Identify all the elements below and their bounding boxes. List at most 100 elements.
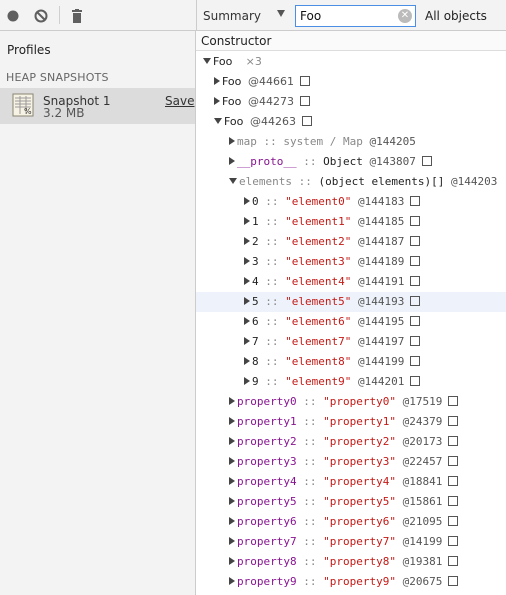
reveal-icon[interactable] <box>448 516 459 526</box>
property-row[interactable]: property8 :: "property8" @19381 <box>196 552 506 572</box>
expand-toggle-icon[interactable] <box>214 118 222 124</box>
expand-toggle-icon[interactable] <box>214 77 220 85</box>
element-id: @144193 <box>357 295 405 308</box>
expand-toggle-icon[interactable] <box>244 217 250 225</box>
expand-toggle-icon[interactable] <box>229 517 235 525</box>
element-row[interactable]: 9 :: "element9" @144201 <box>196 372 506 392</box>
expand-toggle-icon[interactable] <box>229 557 235 565</box>
element-index: 9 <box>252 375 259 388</box>
expand-toggle-icon[interactable] <box>229 497 235 505</box>
tree-child-elements[interactable]: elements :: (object elements)[] @144203 <box>196 172 506 192</box>
tree-instance[interactable]: Foo @44263 <box>196 112 506 132</box>
reveal-icon[interactable] <box>421 156 432 166</box>
expand-toggle-icon[interactable] <box>244 237 250 245</box>
element-index: 6 <box>252 315 259 328</box>
element-row[interactable]: 0 :: "element0" @144183 <box>196 192 506 212</box>
tree-child-map[interactable]: map :: system / Map @144205 <box>196 132 506 152</box>
class-filter-input[interactable]: Foo ✕ <box>295 5 416 27</box>
expand-toggle-icon[interactable] <box>229 157 235 165</box>
reveal-icon[interactable] <box>410 336 421 346</box>
reveal-icon[interactable] <box>448 576 459 586</box>
expand-toggle-icon[interactable] <box>229 577 235 585</box>
expand-toggle-icon[interactable] <box>203 58 211 64</box>
record-icon[interactable] <box>5 8 21 24</box>
reveal-icon[interactable] <box>410 356 421 366</box>
expand-toggle-icon[interactable] <box>229 178 237 184</box>
property-row[interactable]: property0 :: "property0" @17519 <box>196 392 506 412</box>
save-link[interactable]: Save <box>165 94 194 108</box>
reveal-icon[interactable] <box>448 416 459 426</box>
expand-toggle-icon[interactable] <box>229 457 235 465</box>
view-mode-select[interactable]: Summary <box>203 6 261 26</box>
property-row[interactable]: property5 :: "property5" @15861 <box>196 492 506 512</box>
element-row[interactable]: 4 :: "element4" @144191 <box>196 272 506 292</box>
class-filter-value[interactable]: Foo <box>300 9 321 23</box>
element-index: 0 <box>252 195 259 208</box>
reveal-icon[interactable] <box>448 476 459 486</box>
reveal-icon[interactable] <box>300 96 311 106</box>
reveal-icon[interactable] <box>448 496 459 506</box>
field-separator: :: <box>303 495 317 508</box>
expand-toggle-icon[interactable] <box>244 337 250 345</box>
property-row[interactable]: property7 :: "property7" @14199 <box>196 532 506 552</box>
reveal-icon[interactable] <box>448 536 459 546</box>
expand-toggle-icon[interactable] <box>229 537 235 545</box>
element-id: @144201 <box>357 375 405 388</box>
expand-toggle-icon[interactable] <box>244 257 250 265</box>
element-row[interactable]: 1 :: "element1" @144185 <box>196 212 506 232</box>
element-row[interactable]: 2 :: "element2" @144187 <box>196 232 506 252</box>
element-value: "element3" <box>285 255 352 268</box>
reveal-icon[interactable] <box>448 436 459 446</box>
clear-filter-icon[interactable]: ✕ <box>398 9 412 23</box>
reveal-icon[interactable] <box>448 456 459 466</box>
chevron-down-icon[interactable] <box>277 10 285 17</box>
reveal-icon[interactable] <box>448 556 459 566</box>
reveal-icon[interactable] <box>410 276 421 286</box>
instance-label: Foo <box>222 75 242 88</box>
expand-toggle-icon[interactable] <box>244 377 250 385</box>
reveal-icon[interactable] <box>448 396 459 406</box>
reveal-icon[interactable] <box>410 376 421 386</box>
element-row[interactable]: 7 :: "element7" @144197 <box>196 332 506 352</box>
property-row[interactable]: property3 :: "property3" @22457 <box>196 452 506 472</box>
trash-icon[interactable] <box>69 8 85 24</box>
property-row[interactable]: property6 :: "property6" @21095 <box>196 512 506 532</box>
element-row[interactable]: 6 :: "element6" @144195 <box>196 312 506 332</box>
reveal-icon[interactable] <box>410 196 421 206</box>
property-row[interactable]: property4 :: "property4" @18841 <box>196 472 506 492</box>
object-filter-select[interactable]: All objects <box>425 9 487 23</box>
expand-toggle-icon[interactable] <box>244 277 250 285</box>
clear-icon[interactable] <box>33 8 49 24</box>
column-header-constructor[interactable]: Constructor <box>196 31 506 51</box>
reveal-icon[interactable] <box>302 116 313 126</box>
expand-toggle-icon[interactable] <box>229 137 235 145</box>
property-row[interactable]: property2 :: "property2" @20173 <box>196 432 506 452</box>
element-row[interactable]: 3 :: "element3" @144189 <box>196 252 506 272</box>
snapshot-item[interactable]: % Snapshot 1 3.2 MB Save <box>0 88 195 124</box>
reveal-icon[interactable] <box>410 316 421 326</box>
tree-root-foo[interactable]: Foo ×3 <box>196 52 506 72</box>
element-row-selected[interactable]: 5 :: "element5" @144193 <box>196 292 506 312</box>
reveal-icon[interactable] <box>410 256 421 266</box>
reveal-icon[interactable] <box>410 296 421 306</box>
expand-toggle-icon[interactable] <box>229 437 235 445</box>
property-row[interactable]: property9 :: "property9" @20675 <box>196 572 506 592</box>
expand-toggle-icon[interactable] <box>244 197 250 205</box>
reveal-icon[interactable] <box>410 236 421 246</box>
property-row[interactable]: property1 :: "property1" @24379 <box>196 412 506 432</box>
expand-toggle-icon[interactable] <box>229 477 235 485</box>
tree-child-proto[interactable]: __proto__ :: Object @143807 <box>196 152 506 172</box>
expand-toggle-icon[interactable] <box>244 297 250 305</box>
reveal-icon[interactable] <box>410 216 421 226</box>
property-value: "property7" <box>323 535 396 548</box>
reveal-icon[interactable] <box>300 76 311 86</box>
tree-instance[interactable]: Foo @44273 <box>196 92 506 112</box>
expand-toggle-icon[interactable] <box>244 357 250 365</box>
element-value: "element8" <box>285 355 352 368</box>
expand-toggle-icon[interactable] <box>229 397 235 405</box>
tree-instance[interactable]: Foo @44661 <box>196 72 506 92</box>
expand-toggle-icon[interactable] <box>244 317 250 325</box>
expand-toggle-icon[interactable] <box>214 97 220 105</box>
element-row[interactable]: 8 :: "element8" @144199 <box>196 352 506 372</box>
expand-toggle-icon[interactable] <box>229 417 235 425</box>
